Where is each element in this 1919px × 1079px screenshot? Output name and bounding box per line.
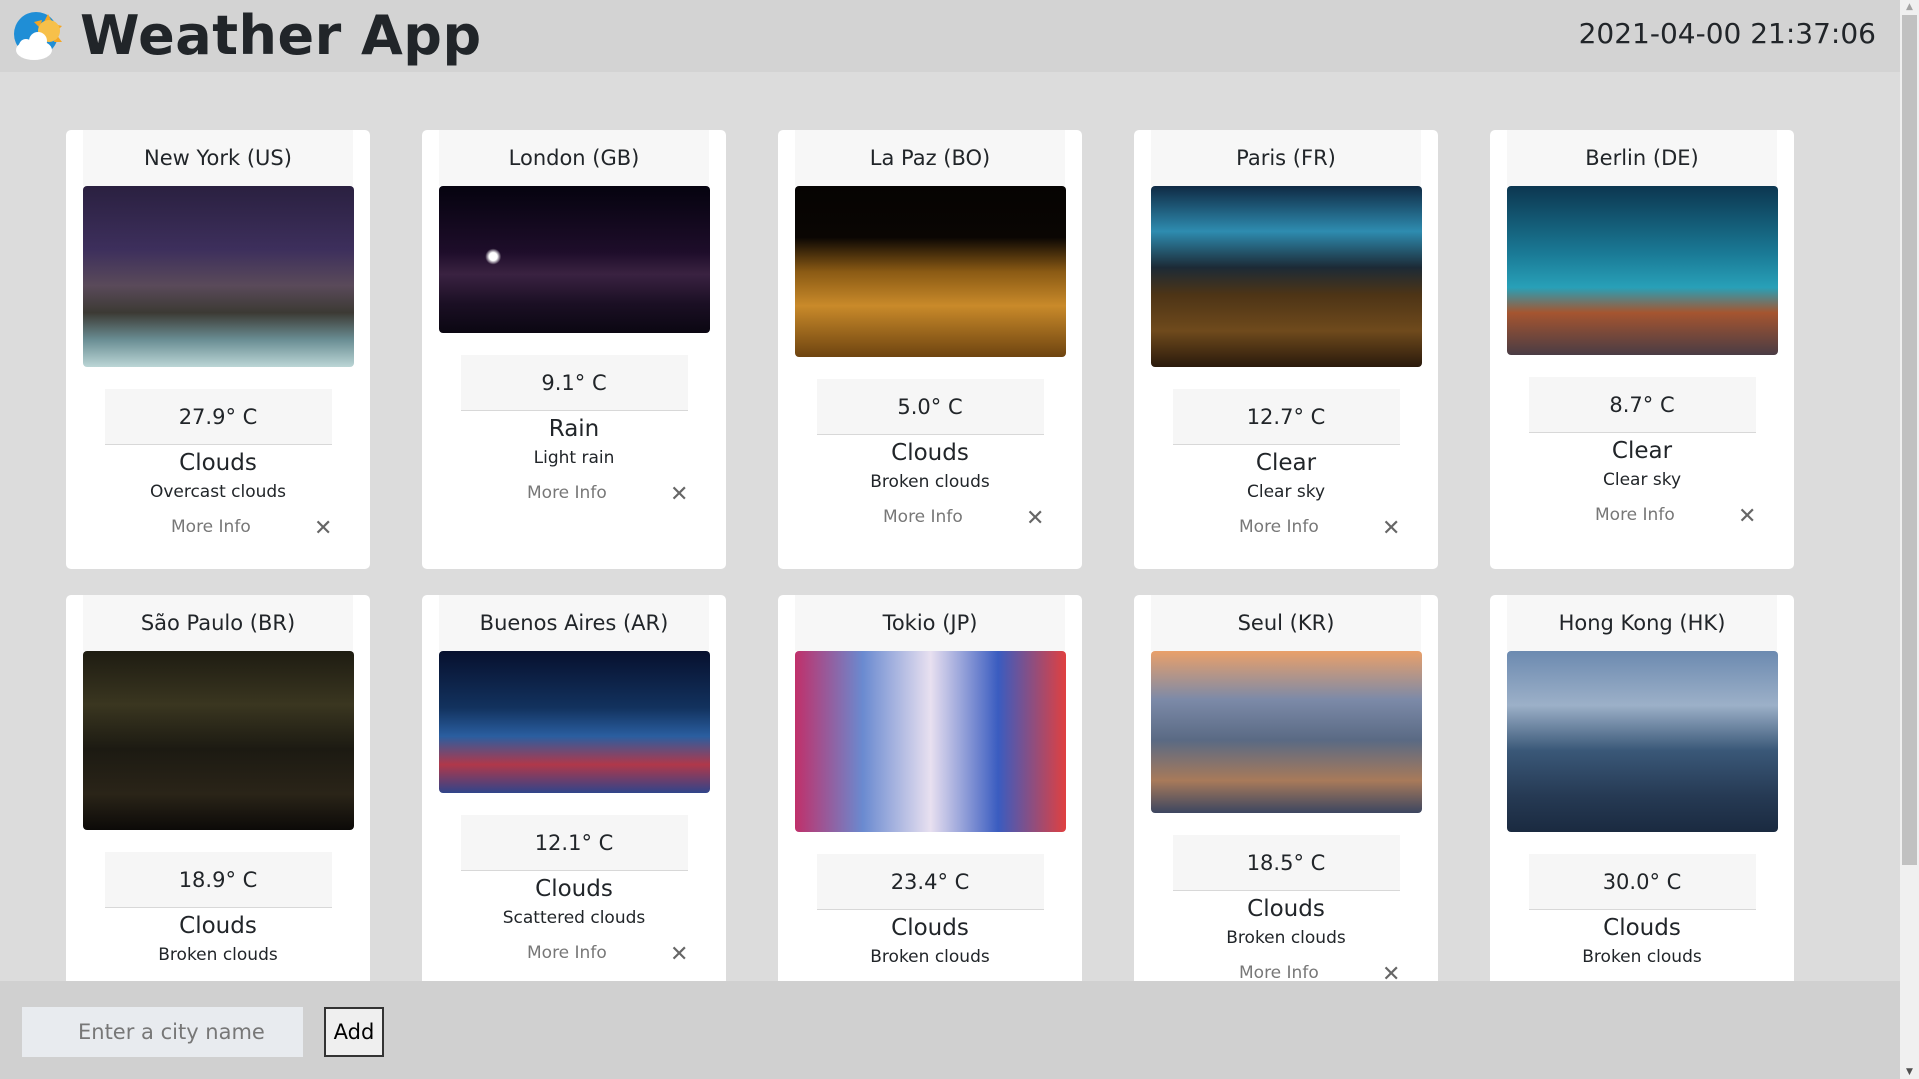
sun-behind-cloud-icon [14,12,62,60]
temperature: 18.5° C [1172,835,1400,891]
weather-description: Clear sky [1602,470,1682,490]
city-photo [439,186,710,333]
weather-description: Broken clouds [158,945,278,965]
more-info-link[interactable]: More Info [171,517,251,537]
card-actions: More Info ✕ [1134,511,1438,551]
weather-main: Clouds [891,440,969,466]
more-info-link[interactable]: More Info [1595,505,1675,525]
add-city-bar: Add [0,981,1900,1079]
temperature: 12.7° C [1172,389,1400,445]
weather-description: Clear sky [1246,482,1326,502]
city-photo [439,651,710,793]
close-icon[interactable]: ✕ [1738,505,1756,529]
city-name: Seul (KR) [1151,595,1421,651]
city-name: Paris (FR) [1151,130,1421,186]
city-photo [83,651,354,830]
city-card: Hong Kong (HK) 30.0° C Clouds Broken clouds… [1490,595,1794,1034]
more-info-link[interactable]: More Info [1239,517,1319,537]
city-photo [1507,651,1778,832]
weather-info: 12.7° C Clear Clear sky More Info ✕ [1134,389,1438,551]
weather-description: Broken clouds [870,947,990,967]
app-header: Weather App 2021-04-00 21:37:06 [0,0,1900,72]
city-photo [1151,186,1422,367]
close-icon[interactable]: ✕ [670,483,688,507]
weather-main: Rain [548,416,600,442]
weather-info: 5.0° C Clouds Broken clouds More Info ✕ [778,379,1082,541]
city-card: Buenos Aires (AR) 12.1° C Clouds Scattered … [422,595,726,1034]
temperature: 23.4° C [816,854,1044,910]
weather-description: Broken clouds [1582,947,1702,967]
city-name: New York (US) [83,130,353,186]
weather-info: 12.1° C Clouds Scattered clouds More Info ✕ [422,815,726,977]
weather-description: Light rain [533,448,615,468]
weather-main: Clear [1611,438,1673,464]
city-card: São Paulo (BR) 18.9° C Clouds Broken clouds… [66,595,370,1034]
more-info-link[interactable]: More Info [1239,963,1319,983]
city-name-input[interactable] [22,1007,303,1057]
city-photo [795,651,1066,832]
temperature: 9.1° C [460,355,688,411]
city-name: La Paz (BO) [795,130,1065,186]
temperature: 18.9° C [104,852,332,908]
weather-main: Clouds [535,876,613,902]
weather-info: 18.5° C Clouds Broken clouds More Info ✕ [1134,835,1438,997]
scroll-down-arrow-icon[interactable]: ▼ [1900,1065,1919,1079]
weather-main: Clouds [1603,915,1681,941]
close-icon[interactable]: ✕ [1026,507,1044,531]
weather-description: Broken clouds [870,472,990,492]
temperature: 8.7° C [1528,377,1756,433]
city-card: Tokio (JP)23.4° CCloudsBroken cloudsMore… [778,595,1082,1034]
city-name: Buenos Aires (AR) [439,595,709,651]
weather-main: Clear [1255,450,1317,476]
temperature: 27.9° C [104,389,332,445]
city-photo [83,186,354,367]
city-photo [795,186,1066,357]
weather-description: Overcast clouds [149,482,287,502]
city-name: São Paulo (BR) [83,595,353,651]
card-actions: More Info ✕ [778,501,1082,541]
more-info-link[interactable]: More Info [527,483,607,503]
temperature: 5.0° C [816,379,1044,435]
scroll-up-arrow-icon[interactable]: ▲ [1900,0,1919,14]
app-title: Weather App [80,4,482,67]
weather-main: Clouds [179,450,257,476]
weather-main: Clouds [891,915,969,941]
scrollbar-thumb[interactable] [1902,15,1917,865]
temperature: 12.1° C [460,815,688,871]
city-name: Berlin (DE) [1507,130,1777,186]
datetime-display: 2021-04-00 21:37:06 [1578,17,1876,50]
close-icon[interactable]: ✕ [314,517,332,541]
city-card: London (GB) 9.1° C Rain Light rain More Info… [422,130,726,569]
city-name: London (GB) [439,130,709,186]
city-name: Tokio (JP) [795,595,1065,651]
city-card: New York (US) 27.9° C Clouds Overcast cloud… [66,130,370,569]
weather-main: Clouds [179,913,257,939]
card-actions: More Info ✕ [1490,499,1794,539]
vertical-scrollbar[interactable]: ▲ ▼ [1900,0,1919,1079]
weather-info: 27.9° C Clouds Overcast clouds More Info ✕ [66,389,370,551]
weather-description: Scattered clouds [502,908,646,928]
city-card: La Paz (BO) 5.0° C Clouds Broken clouds More… [778,130,1082,569]
card-actions: More Info ✕ [66,511,370,551]
close-icon[interactable]: ✕ [670,943,688,967]
city-card: Seul (KR) 18.5° C Clouds Broken clouds More … [1134,595,1438,1034]
weather-description: Broken clouds [1226,928,1346,948]
card-actions: More Info ✕ [422,937,726,977]
city-photo [1507,186,1778,355]
city-card: Berlin (DE) 8.7° C Clear Clear sky More Info… [1490,130,1794,569]
add-city-button[interactable]: Add [324,1007,384,1057]
city-card: Paris (FR) 12.7° C Clear Clear sky More Info… [1134,130,1438,569]
close-icon[interactable]: ✕ [1382,517,1400,541]
more-info-link[interactable]: More Info [527,943,607,963]
city-name: Hong Kong (HK) [1507,595,1777,651]
weather-info: 9.1° C Rain Light rain More Info ✕ [422,355,726,517]
city-photo [1151,651,1422,813]
card-actions: More Info ✕ [422,477,726,517]
weather-main: Clouds [1247,896,1325,922]
temperature: 30.0° C [1528,854,1756,910]
more-info-link[interactable]: More Info [883,507,963,527]
weather-info: 8.7° C Clear Clear sky More Info ✕ [1490,377,1794,539]
